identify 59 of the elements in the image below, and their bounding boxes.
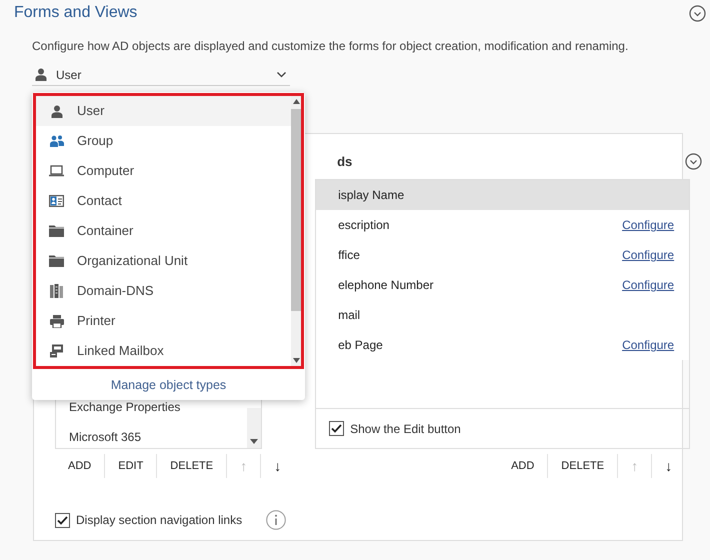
list-item[interactable]: Exchange Properties [69, 398, 180, 416]
scrollbar[interactable] [247, 408, 261, 448]
menu-item-label: Linked Mailbox [77, 342, 164, 360]
scroll-down-icon[interactable] [292, 358, 300, 363]
toolbar-button[interactable]: ADD [498, 454, 548, 478]
section-description: Configure how AD objects are displayed and customize the forms for object creation, modification and renaming. [32, 38, 630, 55]
checkbox[interactable] [55, 512, 70, 528]
toolbar-button[interactable]: DELETE [157, 454, 226, 478]
field-name: eb Page [338, 337, 383, 354]
menu-item-label: Computer [77, 162, 134, 180]
fields-heading: ds [336, 152, 352, 171]
menu-item[interactable]: User [36, 96, 291, 126]
menu-item-label: Printer [77, 312, 116, 330]
menu-item-label: Group [77, 132, 114, 150]
printer-icon [50, 314, 64, 328]
arrow-button[interactable]: ↓ [652, 454, 686, 478]
toolbar-button[interactable]: EDIT [105, 454, 156, 478]
laptop-icon [49, 165, 64, 177]
person-icon [34, 68, 46, 81]
arrow-button[interactable]: ↓ [261, 454, 294, 478]
field-name: elephone Number [338, 277, 434, 294]
collapse-icon[interactable] [689, 4, 706, 22]
building-icon [50, 284, 63, 298]
mailbox-icon [50, 344, 64, 358]
configure-link[interactable]: Configure [622, 276, 674, 294]
menu-item-label: Container [77, 222, 134, 240]
menu-item-label: Organizational Unit [77, 252, 188, 270]
menu-item-label: Contact [77, 192, 122, 210]
field-name: isplay Name [338, 187, 404, 204]
configure-link[interactable]: Configure [622, 246, 674, 264]
people-icon [50, 135, 64, 147]
contact-card-icon [49, 195, 64, 207]
dropdown-value: User [56, 66, 82, 84]
list-item[interactable]: Microsoft 365 [69, 428, 142, 446]
folder-icon [49, 255, 64, 267]
table-row[interactable]: isplay Name [316, 180, 690, 210]
manage-object-types-link[interactable]: Manage object types [110, 376, 226, 394]
checkbox-label: Display section navigation links [76, 512, 242, 529]
menu-item-label: User [77, 102, 104, 120]
object-type-dropdown[interactable]: User [32, 64, 290, 86]
collapse-icon[interactable] [685, 153, 702, 170]
scroll-down-icon[interactable] [250, 439, 258, 444]
folder-icon [49, 225, 64, 237]
field-name: ffice [338, 247, 360, 264]
menu-item-label: Domain-DNS [77, 282, 154, 300]
scrollbar[interactable] [291, 96, 301, 366]
checkbox[interactable] [329, 421, 344, 436]
field-name: escription [338, 217, 390, 234]
person-icon [50, 104, 62, 118]
chevron-icon [277, 72, 286, 78]
section-title: Forms and Views [14, 3, 138, 23]
scroll-up-icon[interactable] [292, 99, 300, 104]
checkbox-label: Show the Edit button [350, 420, 461, 438]
toolbar-button[interactable]: ADD [55, 454, 104, 478]
info-icon[interactable] [266, 510, 286, 530]
field-name: mail [338, 307, 360, 324]
configure-link[interactable]: Configure [622, 336, 674, 354]
configure-link[interactable]: Configure [622, 216, 674, 234]
toolbar-button[interactable]: DELETE [548, 454, 618, 478]
